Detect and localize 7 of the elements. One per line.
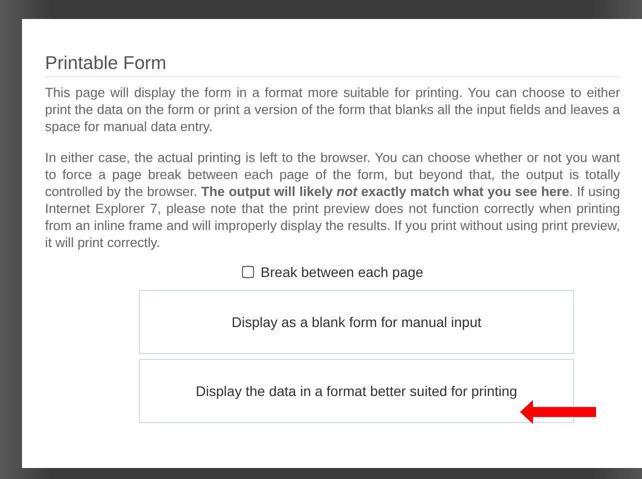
checkbox-label[interactable]: Break between each page [260, 264, 424, 280]
display-button[interactable]: Display as a blank form for manual input [139, 290, 574, 354]
checkbox[interactable] [242, 266, 254, 278]
paragraph: This page will display the form in a format more suitable for printing. You can choose to either print the data on the form or print a version of the form that blanks all the input fields and leaves a space for manual data entry. [45, 84, 620, 135]
paragraph: In either case, the actual printing is left to the browser. You can choose whether or not you want to force a page break between each page of the form, but beyond that, the output is totally controlled by the browser. The output will likely not exactly match what you see here. If using Internet Explorer 7, please note that the print preview does not function correctly when printing from an inline frame and will improperly display the results. If you print without using print preview, it will print correctly. [45, 149, 620, 251]
page-title: Printable Form [45, 52, 620, 77]
display-button[interactable]: Display the data in a format better suited for printing [139, 359, 574, 423]
